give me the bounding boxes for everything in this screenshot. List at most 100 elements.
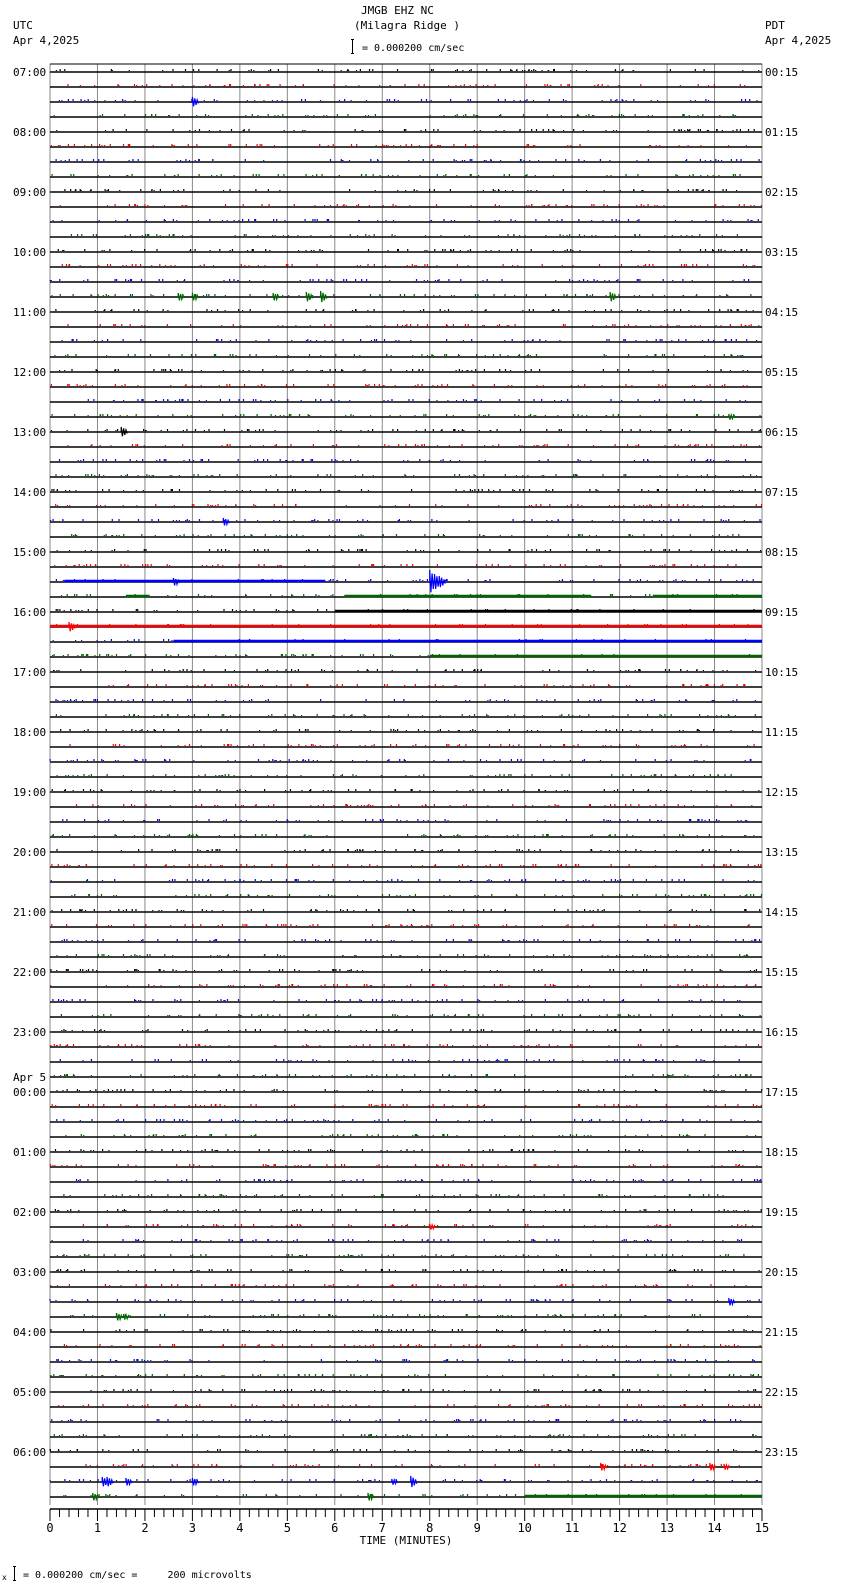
trace-noise <box>52 999 741 1001</box>
seismic-event <box>438 575 446 588</box>
footer-mark: x <box>2 1573 7 1582</box>
trace-noise <box>56 1254 745 1256</box>
helicorder-plot: 07:00 00:15 08:00 01:15 09:00 02:15 10:00 03:15… <box>13 63 798 1547</box>
pdt-hour-label: 21:15 <box>765 1326 798 1339</box>
x-tick-label: 2 <box>141 1521 148 1535</box>
utc-hour-label: 18:00 <box>13 726 46 739</box>
utc-hour-label: 09:00 <box>13 186 46 199</box>
pdt-hour-label: 09:15 <box>765 606 798 619</box>
footer-scale-bar-icon <box>13 1566 16 1581</box>
utc-hour-label: 05:00 <box>13 1386 46 1399</box>
x-tick-label: 3 <box>189 1521 196 1535</box>
trace-noise <box>56 954 749 956</box>
x-tick-label: 9 <box>474 1521 481 1535</box>
trace-noise <box>50 384 748 386</box>
trace-noise <box>55 159 760 161</box>
seismic-event <box>222 517 230 527</box>
trace-noise <box>61 264 756 266</box>
seismic-event <box>367 1492 375 1502</box>
utc-hour-label: 17:00 <box>13 666 46 679</box>
x-tick-label: 14 <box>707 1521 721 1535</box>
seismic-event <box>172 577 180 587</box>
x-tick-label: 13 <box>660 1521 674 1535</box>
trace-noise <box>59 369 749 371</box>
trace-noise <box>56 549 762 551</box>
trace-noise <box>75 804 753 806</box>
trace-noise <box>55 474 758 476</box>
seismic-event <box>391 1477 399 1486</box>
trace-noise <box>53 114 737 116</box>
trace-noise <box>51 789 760 791</box>
trace-noise <box>50 1044 760 1046</box>
utc-hour-label: 12:00 <box>13 366 46 379</box>
pdt-hour-label: 16:15 <box>765 1026 798 1039</box>
pdt-hour-label: 22:15 <box>765 1386 798 1399</box>
trace-noise <box>61 939 761 941</box>
trace-noise <box>60 1014 761 1016</box>
x-tick-label: 4 <box>236 1521 243 1535</box>
footer-scale-text: = 0.000200 cm/sec = 200 microvolts <box>23 1570 252 1581</box>
trace-noise <box>56 774 732 776</box>
utc-hour-label: 21:00 <box>13 906 46 919</box>
trace-noise <box>50 1329 754 1331</box>
x-tick-label: 0 <box>46 1521 53 1535</box>
trace-noise <box>54 354 763 356</box>
utc-hour-label: 20:00 <box>13 846 46 859</box>
trace-noise <box>51 294 752 296</box>
pdt-hour-label: 01:15 <box>765 126 798 139</box>
trace-noise <box>53 669 757 671</box>
utc-hour-label: 06:00 <box>13 1446 46 1459</box>
trace-noise <box>56 1119 759 1121</box>
trace-noise <box>49 1299 760 1301</box>
x-axis-title: TIME (MINUTES) <box>360 1534 453 1547</box>
pdt-hour-label: 15:15 <box>765 966 798 979</box>
trace-noise <box>57 249 748 251</box>
trace-noise <box>54 564 737 566</box>
day-change-label: Apr 5 <box>13 1071 46 1084</box>
trace-noise <box>50 144 747 146</box>
utc-hour-label: 15:00 <box>13 546 46 559</box>
trace-noise <box>70 234 738 236</box>
pdt-hour-label: 19:15 <box>765 1206 798 1219</box>
pdt-hour-label: 18:15 <box>765 1146 798 1159</box>
trace-noise <box>108 684 746 686</box>
trace-noise <box>59 1059 740 1061</box>
trace-noise <box>51 909 761 911</box>
x-tick-label: 10 <box>517 1521 531 1535</box>
trace-noise <box>51 174 741 176</box>
utc-hour-label: 08:00 <box>13 126 46 139</box>
trace-noise <box>64 189 738 191</box>
utc-hour-label: 00:00 <box>13 1086 46 1099</box>
pdt-hour-label: 08:15 <box>765 546 798 559</box>
trace-noise <box>55 309 754 311</box>
x-tick-label: 6 <box>331 1521 338 1535</box>
x-tick-label: 12 <box>612 1521 626 1535</box>
seismic-event <box>319 290 328 303</box>
seismic-event <box>120 426 128 437</box>
utc-hour-label: 07:00 <box>13 66 46 79</box>
trace-noise <box>49 279 750 281</box>
trace-noise <box>56 1269 760 1271</box>
trace-noise <box>56 1359 755 1361</box>
seismic-event <box>609 291 617 302</box>
pdt-hour-label: 00:15 <box>765 66 798 79</box>
trace-noise <box>58 99 758 101</box>
seismic-event <box>125 1477 133 1487</box>
trace-noise <box>67 84 746 86</box>
trace-noise <box>50 879 755 881</box>
pdt-hour-label: 02:15 <box>765 186 798 199</box>
trace-noise <box>71 894 763 896</box>
trace-noise <box>50 519 761 521</box>
seismic-event <box>723 1462 731 1471</box>
trace-noise <box>50 1284 747 1286</box>
pdt-hour-label: 07:15 <box>765 486 798 499</box>
trace-noise <box>56 849 739 851</box>
trace-noise <box>49 1479 758 1481</box>
trace-noise <box>51 834 755 836</box>
trace-noise <box>59 204 763 206</box>
utc-hour-label: 13:00 <box>13 426 46 439</box>
pdt-hour-label: 13:15 <box>765 846 798 859</box>
trace-noise <box>49 1164 758 1166</box>
trace-noise <box>55 714 756 716</box>
pdt-hour-label: 23:15 <box>765 1446 798 1459</box>
